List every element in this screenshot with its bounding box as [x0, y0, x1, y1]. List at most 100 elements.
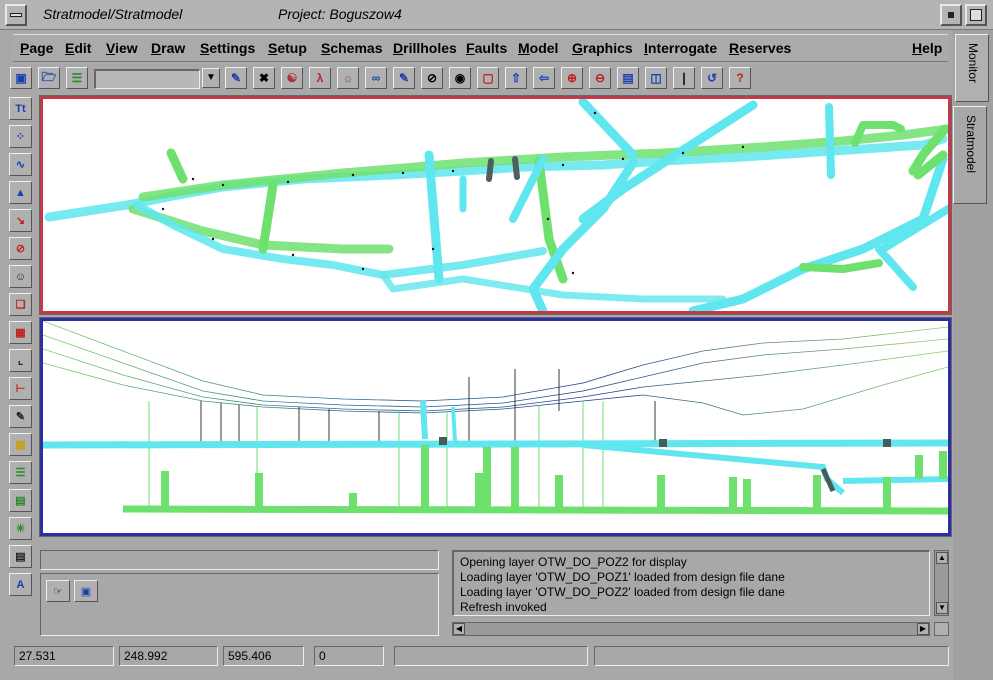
log-horizontal-scrollbar[interactable]: ◀ ▶: [452, 622, 930, 636]
menu-edit[interactable]: Edit: [65, 40, 91, 56]
prompt-field[interactable]: [40, 550, 439, 570]
document-icon: ▤: [15, 551, 26, 563]
vertical-split-button[interactable]: ◫: [645, 67, 667, 89]
box-add-button[interactable]: ▦: [9, 321, 32, 344]
pattern-icon: ▩: [15, 439, 26, 451]
hatch-button[interactable]: ☰: [9, 461, 32, 484]
layers-button[interactable]: ☰: [66, 67, 88, 89]
menu-draw[interactable]: Draw: [151, 40, 185, 56]
line-button[interactable]: ⊢: [9, 377, 32, 400]
letter-a-button[interactable]: A: [9, 573, 32, 596]
menu-help[interactable]: Help: [912, 40, 942, 56]
scroll-right-icon[interactable]: ▶: [917, 623, 929, 635]
menu-graphics[interactable]: Graphics: [572, 40, 633, 56]
text-tool-button[interactable]: Tt: [9, 97, 32, 120]
menu-bar: Page Edit View Draw Settings Setup Schem…: [13, 34, 948, 62]
section-view-drawing: [43, 321, 948, 515]
document-button[interactable]: ▤: [9, 545, 32, 568]
corner-button[interactable]: ⌞: [9, 349, 32, 372]
pencil-icon: ✎: [230, 71, 242, 85]
corner-icon: ⌞: [17, 355, 24, 367]
scroll-corner: [934, 622, 949, 636]
status-z-coordinate: 595.406: [223, 646, 304, 666]
plan-view-canvas[interactable]: [39, 95, 952, 315]
layers-icon: ☰: [71, 71, 83, 85]
edit-button[interactable]: ✎: [9, 405, 32, 428]
zoom-out-button[interactable]: ⊖: [589, 67, 611, 89]
project-title: Project: Boguszow4: [278, 6, 402, 22]
pdf-button[interactable]: λ: [309, 67, 331, 89]
show-eye-button[interactable]: ◉: [449, 67, 471, 89]
paint-button[interactable]: ✎: [393, 67, 415, 89]
plan-view-drawing: [44, 99, 948, 311]
cross-tools-icon: ✖: [258, 71, 270, 85]
lightbulb-button[interactable]: ☼: [337, 67, 359, 89]
window-menu-button[interactable]: [5, 4, 27, 26]
letter-a-icon: A: [16, 578, 25, 591]
horizontal-split-icon: ▤: [622, 71, 634, 85]
globe-button[interactable]: ☯: [281, 67, 303, 89]
fill-tool-button[interactable]: ▲: [9, 181, 32, 204]
snap-button[interactable]: ✳: [9, 517, 32, 540]
pointer-button[interactable]: ☺: [9, 265, 32, 288]
section-line-button[interactable]: ❘: [673, 67, 695, 89]
points-tool-button[interactable]: ⁘: [9, 125, 32, 148]
binoculars-button[interactable]: ∞: [365, 67, 387, 89]
section-view-canvas[interactable]: [39, 317, 952, 537]
open-map-button[interactable]: ▣: [10, 67, 32, 89]
hide-eye-button[interactable]: ⊘: [421, 67, 443, 89]
fill-tool-icon: ▲: [15, 186, 26, 199]
arrow-select-button[interactable]: ↘: [9, 209, 32, 232]
tab-monitor-label: Monitor: [966, 43, 980, 84]
scroll-up-icon[interactable]: ▲: [936, 552, 948, 564]
fit-window-icon: ▢: [482, 71, 494, 85]
log-vertical-scrollbar[interactable]: ▲ ▼: [934, 550, 949, 616]
zoom-in-button[interactable]: ⊕: [561, 67, 583, 89]
maximize-button[interactable]: [965, 4, 987, 26]
pointer-hand-button[interactable]: ☞: [46, 580, 70, 602]
refresh-button[interactable]: ↺: [701, 67, 723, 89]
polyline-tool-button[interactable]: ∿: [9, 153, 32, 176]
menu-interrogate[interactable]: Interrogate: [644, 40, 717, 56]
tool-options-panel: [40, 573, 439, 636]
help-cursor-icon: ?: [736, 71, 744, 85]
menu-faults[interactable]: Faults: [466, 40, 507, 56]
scroll-left-icon[interactable]: ◀: [453, 623, 465, 635]
maximize-icon: [970, 9, 982, 21]
menu-setup[interactable]: Setup: [268, 40, 307, 56]
menu-drillholes[interactable]: Drillholes: [393, 40, 457, 56]
box-select-button[interactable]: ❏: [9, 293, 32, 316]
measure-button[interactable]: ⊘: [9, 237, 32, 260]
layer-select[interactable]: [94, 69, 200, 89]
menu-schemas[interactable]: Schemas: [321, 40, 383, 56]
open-folder-button[interactable]: 🗁: [38, 67, 60, 89]
hatch-icon: ☰: [15, 467, 26, 479]
log-line: Loading layer 'OTW_DO_POZ2' loaded from …: [460, 585, 785, 599]
import-button[interactable]: ⇦: [533, 67, 555, 89]
tab-stratmodel-label: Stratmodel: [964, 115, 978, 174]
menu-page[interactable]: Page: [20, 40, 53, 56]
export-button[interactable]: ⇧: [505, 67, 527, 89]
scroll-down-icon[interactable]: ▼: [936, 602, 948, 614]
fit-window-button[interactable]: ▢: [477, 67, 499, 89]
menu-reserves[interactable]: Reserves: [729, 40, 791, 56]
layer-select-dropdown[interactable]: ▼: [202, 68, 220, 88]
menu-settings[interactable]: Settings: [200, 40, 255, 56]
chevron-down-icon: ▼: [206, 72, 216, 83]
pattern-button[interactable]: ▩: [9, 433, 32, 456]
horizontal-split-button[interactable]: ▤: [617, 67, 639, 89]
tab-monitor[interactable]: Monitor: [955, 34, 989, 102]
pencil-button[interactable]: ✎: [225, 67, 247, 89]
menu-view[interactable]: View: [106, 40, 138, 56]
map-preview-button[interactable]: ▣: [74, 580, 98, 602]
pdf-icon: λ: [316, 71, 324, 85]
log-line: Loading layer 'OTW_DO_POZ1' loaded from …: [460, 570, 785, 584]
help-cursor-button[interactable]: ?: [729, 67, 751, 89]
open-map-icon: ▣: [15, 71, 27, 85]
stack-button[interactable]: ▤: [9, 489, 32, 512]
menu-model[interactable]: Model: [518, 40, 558, 56]
tab-stratmodel[interactable]: Stratmodel: [953, 106, 987, 204]
minimize-button[interactable]: [940, 4, 962, 26]
log-line: Refresh invoked: [460, 600, 547, 614]
cross-tools-button[interactable]: ✖: [253, 67, 275, 89]
